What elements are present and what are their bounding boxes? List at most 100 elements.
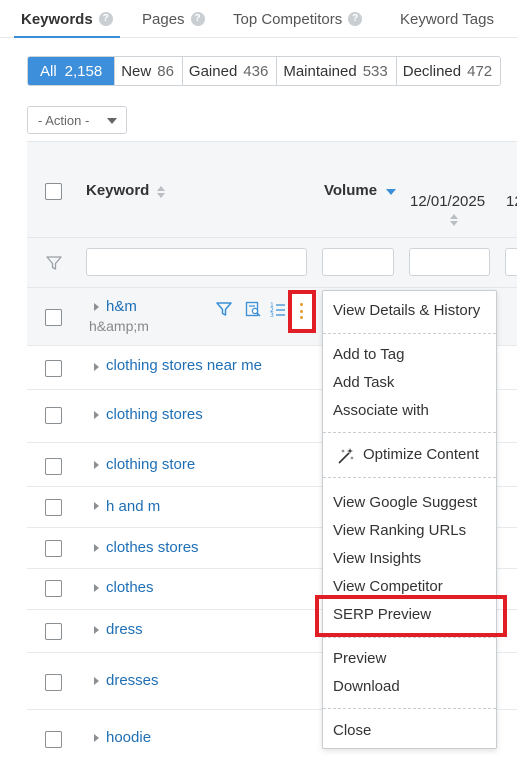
expand-icon[interactable] bbox=[94, 363, 99, 371]
row-checkbox[interactable] bbox=[45, 540, 62, 557]
help-icon[interactable]: ? bbox=[348, 12, 363, 26]
expand-icon[interactable] bbox=[94, 677, 99, 685]
filter-label: Maintained bbox=[283, 62, 357, 80]
expand-icon[interactable] bbox=[94, 584, 99, 592]
menu-item-close[interactable]: Close bbox=[333, 722, 371, 739]
row-checkbox[interactable] bbox=[45, 674, 62, 691]
filter-maintained[interactable]: Maintained 533 bbox=[277, 57, 397, 85]
row-checkbox[interactable] bbox=[45, 499, 62, 516]
filter-icon bbox=[46, 256, 62, 270]
menu-item-ranking-urls[interactable]: View Ranking URLs bbox=[333, 522, 466, 539]
row-actions-button[interactable] bbox=[288, 290, 316, 333]
menu-divider bbox=[323, 477, 496, 478]
tab-bar: Keywords? Pages? Top Competitors? Keywor… bbox=[0, 0, 517, 38]
tab-top-competitors[interactable]: Top Competitors? bbox=[233, 8, 363, 30]
menu-divider bbox=[323, 637, 496, 638]
serp-preview-highlight bbox=[315, 595, 507, 637]
expand-icon[interactable] bbox=[94, 626, 99, 634]
menu-item-preview[interactable]: Preview bbox=[333, 650, 386, 667]
column-date-2[interactable]: 12 bbox=[506, 193, 517, 210]
tab-keywords-label: Keywords bbox=[21, 10, 93, 28]
row-checkbox[interactable] bbox=[45, 407, 62, 424]
tab-pages[interactable]: Pages? bbox=[142, 8, 205, 30]
help-icon[interactable]: ? bbox=[98, 12, 113, 26]
filter-label: All bbox=[40, 62, 57, 80]
expand-icon[interactable] bbox=[94, 411, 99, 419]
filter-count: 533 bbox=[362, 62, 388, 80]
active-tab-indicator bbox=[14, 36, 120, 38]
volume-filter-input[interactable] bbox=[322, 248, 394, 276]
menu-divider bbox=[323, 708, 496, 709]
keyword-link[interactable]: dress bbox=[106, 621, 143, 638]
expand-icon[interactable] bbox=[94, 303, 99, 311]
expand-icon[interactable] bbox=[94, 461, 99, 469]
row-checkbox[interactable] bbox=[45, 623, 62, 640]
keyword-link[interactable]: h&m bbox=[106, 298, 137, 315]
magic-wand-icon bbox=[338, 448, 354, 464]
menu-item-associate[interactable]: Associate with bbox=[333, 402, 429, 419]
filter-declined[interactable]: Declined 472 bbox=[397, 57, 500, 85]
filter-count: 86 bbox=[157, 62, 174, 80]
column-keyword[interactable]: Keyword bbox=[86, 182, 149, 199]
sort-icon[interactable] bbox=[450, 214, 458, 226]
filter-gained[interactable]: Gained 436 bbox=[183, 57, 278, 85]
keyword-link[interactable]: h and m bbox=[106, 498, 160, 515]
column-volume[interactable]: Volume bbox=[324, 182, 377, 199]
keyword-link[interactable]: clothing store bbox=[106, 456, 195, 473]
keyword-link[interactable]: clothing stores bbox=[106, 406, 203, 423]
expand-icon[interactable] bbox=[94, 734, 99, 742]
menu-divider bbox=[323, 432, 496, 433]
keyword-link[interactable]: dresses bbox=[106, 672, 159, 689]
filter-all[interactable]: All 2,158 bbox=[28, 57, 116, 85]
keyword-link[interactable]: hoodie bbox=[106, 729, 151, 746]
filter-count: 472 bbox=[467, 62, 493, 80]
keyword-link[interactable]: clothes stores bbox=[106, 539, 199, 556]
menu-item-optimize-content[interactable]: Optimize Content bbox=[363, 446, 479, 463]
tab-keyword-tags-label: Keyword Tags bbox=[400, 10, 494, 28]
date-filter-input-2[interactable] bbox=[505, 248, 517, 276]
filter-count: 2,158 bbox=[64, 62, 103, 80]
tab-keyword-tags[interactable]: Keyword Tags bbox=[400, 8, 494, 30]
filter-new[interactable]: New 86 bbox=[115, 57, 183, 85]
ranked-list-icon[interactable]: 1 2 3 bbox=[270, 301, 286, 317]
column-date[interactable]: 12/01/2025 bbox=[410, 193, 485, 210]
row-checkbox[interactable] bbox=[45, 580, 62, 597]
filter-label: New bbox=[121, 62, 152, 80]
row-checkbox[interactable] bbox=[45, 731, 62, 748]
menu-item-download[interactable]: Download bbox=[333, 678, 400, 695]
menu-item-google-suggest[interactable]: View Google Suggest bbox=[333, 494, 477, 511]
action-select[interactable]: - Action - bbox=[27, 106, 127, 134]
filter-label: Gained bbox=[188, 62, 238, 80]
more-vertical-icon bbox=[300, 303, 304, 323]
help-icon[interactable]: ? bbox=[190, 12, 205, 26]
row-checkbox[interactable] bbox=[45, 360, 62, 377]
menu-item-insights[interactable]: View Insights bbox=[333, 550, 421, 567]
chevron-down-icon bbox=[107, 118, 117, 124]
svg-text:3: 3 bbox=[270, 312, 274, 317]
sort-icon[interactable] bbox=[157, 186, 165, 198]
table-header: Keyword Volume 12/01/2025 12 bbox=[27, 141, 517, 238]
sort-desc-icon[interactable] bbox=[386, 189, 396, 195]
menu-item-view-details[interactable]: View Details & History bbox=[333, 302, 480, 319]
select-all-checkbox[interactable] bbox=[45, 183, 62, 200]
keyword-link[interactable]: clothes bbox=[106, 579, 154, 596]
menu-item-competitor[interactable]: View Competitor bbox=[333, 578, 443, 595]
keyword-raw-text: h&amp;m bbox=[89, 318, 149, 334]
keyword-link[interactable]: clothing stores near me bbox=[106, 357, 262, 374]
tab-keywords[interactable]: Keywords? bbox=[21, 8, 113, 30]
keyword-filter-input[interactable] bbox=[86, 248, 307, 276]
date-filter-input[interactable] bbox=[409, 248, 490, 276]
row-checkbox[interactable] bbox=[45, 458, 62, 475]
filter-label: Declined bbox=[402, 62, 462, 80]
filter-row bbox=[27, 238, 517, 288]
menu-item-add-to-tag[interactable]: Add to Tag bbox=[333, 346, 404, 363]
row-context-menu: View Details & History Add to Tag Add Ta… bbox=[322, 290, 497, 749]
serp-search-icon[interactable] bbox=[245, 301, 261, 317]
menu-item-add-task[interactable]: Add Task bbox=[333, 374, 394, 391]
row-checkbox[interactable] bbox=[45, 309, 62, 326]
filter-icon[interactable] bbox=[216, 301, 232, 317]
expand-icon[interactable] bbox=[94, 544, 99, 552]
menu-divider bbox=[323, 333, 496, 334]
expand-icon[interactable] bbox=[94, 502, 99, 510]
filter-count: 436 bbox=[243, 62, 269, 80]
